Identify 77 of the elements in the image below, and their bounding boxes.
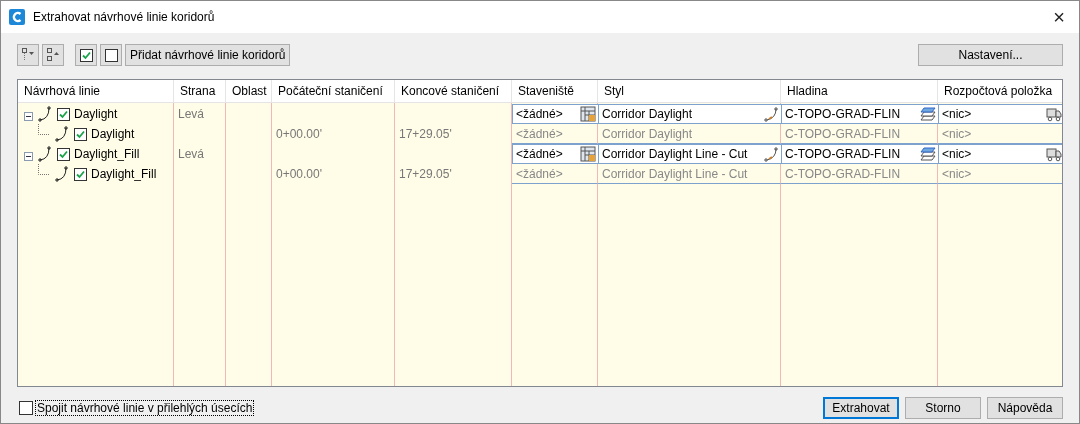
line-name: Daylight [74,107,118,121]
layers-icon[interactable] [920,146,936,162]
window-title: Extrahovat návrhové linie koridorů [33,10,216,24]
expand-all-icon [21,47,35,63]
field-value: Corridor Daylight [602,106,693,123]
line-name: Daylight [91,127,135,141]
close-button[interactable]: × [1047,7,1071,27]
tree-line [38,164,50,175]
column-header[interactable]: Staveniště [512,80,598,102]
checkbox-label[interactable]: Spojit návrhové linie v přilehlých úsecích [35,400,255,416]
column-header[interactable]: Návrhová linie [18,80,174,102]
dropdown-field[interactable]: <žádné> [512,144,599,164]
dialog-button[interactable]: Storno [905,397,981,419]
uncheck-all-button[interactable] [100,44,122,66]
collapse-all-icon [46,47,60,63]
table-cell: C-TOPO-GRAD-FLIN [781,164,938,184]
table-cell: 0+00.00' [272,164,395,184]
feature-line-icon [54,166,70,182]
field-value: <žádné> [516,106,563,123]
dialog-button[interactable]: Extrahovat [823,397,899,419]
dropdown-field[interactable]: Corridor Daylight Line - Cut [598,144,782,164]
dropdown-field[interactable]: <nic> [938,144,1062,164]
column-header[interactable]: Rozpočtová položka [938,80,1062,102]
check-all-button[interactable] [75,44,97,66]
dialog-button[interactable]: Nápověda [987,397,1063,419]
table-cell: <nic> [938,164,1062,184]
field-value: <žádné> [516,146,563,163]
row-checkbox[interactable] [57,147,70,161]
app-logo-icon [9,9,25,25]
column-header[interactable]: Koncové staničení [395,80,512,102]
column-header[interactable]: Počáteční staničení [272,80,395,102]
style-curve-icon[interactable] [763,106,779,122]
uncheck-all-icon [104,48,118,62]
feature-line-icon [54,126,70,142]
dropdown-field[interactable]: C-TOPO-GRAD-FLIN [781,104,939,124]
row-checkbox[interactable] [57,107,70,121]
truck-icon[interactable] [1046,106,1062,122]
style-curve-icon[interactable] [763,146,779,162]
site-icon[interactable] [580,146,596,162]
join-checkbox[interactable] [19,401,33,415]
feature-line-icon [37,106,53,122]
collapse-all-button[interactable] [42,44,64,66]
column-header[interactable]: Hladina [781,80,938,102]
expand-all-button[interactable] [17,44,39,66]
collapse-toggle-icon[interactable] [24,149,33,159]
field-value: Corridor Daylight Line - Cut [602,146,748,163]
line-name: Daylight_Fill [74,147,140,161]
row-checkbox[interactable] [74,167,87,181]
table-cell: 17+29.05' [395,124,512,144]
tree-line [38,124,50,135]
site-icon[interactable] [580,106,596,122]
field-value: C-TOPO-GRAD-FLIN [785,106,901,123]
truck-icon[interactable] [1046,146,1062,162]
dropdown-field[interactable]: Corridor Daylight [598,104,782,124]
field-value: <nic> [942,146,972,163]
table-cell: Levá [174,144,226,164]
column-header[interactable]: Styl [598,80,781,102]
dropdown-field[interactable]: C-TOPO-GRAD-FLIN [781,144,939,164]
row-checkbox[interactable] [74,127,87,141]
table-cell: Levá [174,104,226,124]
table-cell: <žádné> [512,164,598,184]
check-all-icon [79,48,93,62]
field-value: C-TOPO-GRAD-FLIN [785,146,901,163]
table-cell: 0+00.00' [272,124,395,144]
dropdown-field[interactable]: <nic> [938,104,1062,124]
add-lines-button[interactable]: Přidat návrhové linie koridorů [125,44,291,66]
column-header[interactable]: Oblast [226,80,272,102]
collapse-toggle-icon[interactable] [24,109,33,119]
table-cell: 17+29.05' [395,164,512,184]
table-cell: Corridor Daylight Line - Cut [598,164,781,184]
feature-line-icon [37,146,53,162]
settings-button[interactable]: Nastavení... [918,44,1063,66]
layers-icon[interactable] [920,106,936,122]
field-value: <nic> [942,106,972,123]
line-name: Daylight_Fill [91,167,157,181]
column-header[interactable]: Strana [174,80,226,102]
dropdown-field[interactable]: <žádné> [512,104,599,124]
